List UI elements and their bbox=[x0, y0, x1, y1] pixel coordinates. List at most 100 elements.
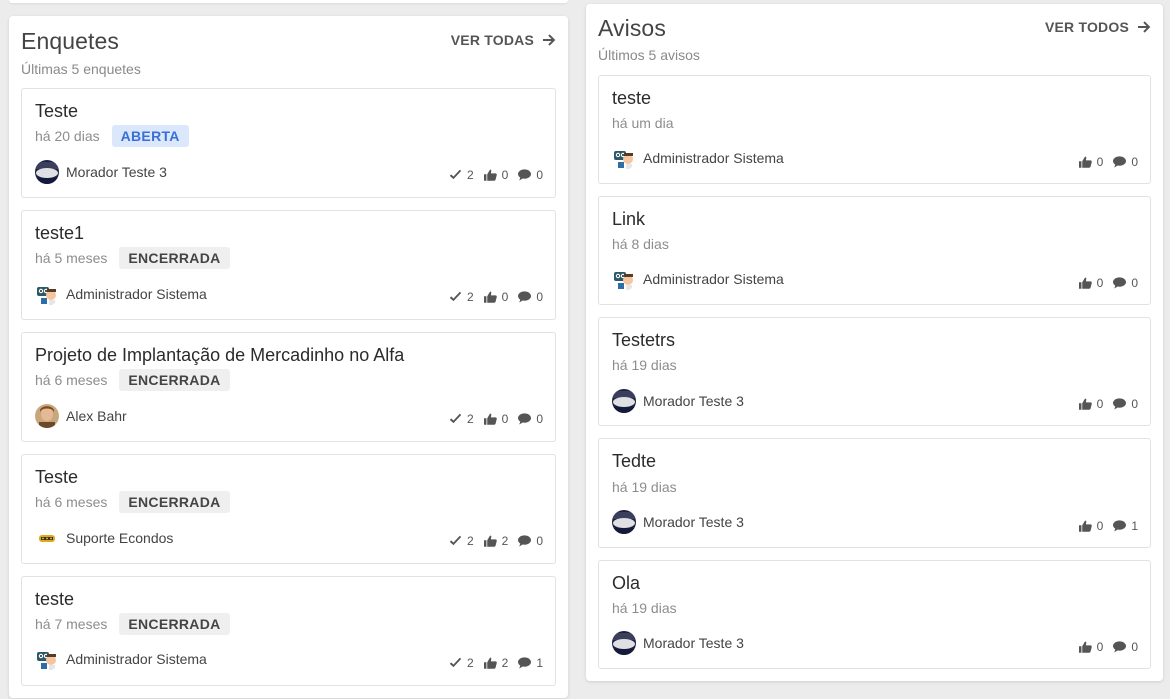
comments-count: 0 bbox=[536, 534, 543, 548]
comment-icon bbox=[1113, 641, 1126, 653]
check-icon bbox=[449, 291, 462, 303]
notice-title: Tedte bbox=[612, 451, 657, 471]
check-icon bbox=[449, 535, 462, 547]
notice-card[interactable]: Testetrs há 19 dias Morador Teste 3 0 0 bbox=[598, 317, 1151, 426]
notice-author: Administrador Sistema bbox=[643, 271, 784, 287]
notice-author: Administrador Sistema bbox=[643, 150, 784, 166]
polls-see-all-link[interactable]: VER TODAS bbox=[451, 32, 556, 48]
poll-author: Administrador Sistema bbox=[66, 286, 207, 302]
likes-count: 0 bbox=[1096, 155, 1104, 169]
comment-icon bbox=[518, 291, 531, 303]
notices-subtitle: Últimos 5 avisos bbox=[598, 47, 700, 63]
likes-count: 0 bbox=[501, 412, 509, 426]
notice-title: Testetrs bbox=[612, 330, 676, 350]
avatar bbox=[35, 647, 59, 671]
notices-title: Avisos bbox=[598, 15, 666, 41]
thumbs-up-icon bbox=[484, 413, 497, 425]
thumbs-up-icon bbox=[484, 535, 497, 547]
poll-card[interactable]: Teste há 6 meses ENCERRADA Suporte Econd… bbox=[21, 454, 556, 564]
polls-see-all-label: VER TODAS bbox=[450, 32, 534, 48]
notice-title: Link bbox=[612, 209, 646, 229]
status-badge: ENCERRADA bbox=[119, 247, 230, 269]
likes-count: 0 bbox=[501, 168, 509, 182]
comment-icon bbox=[518, 169, 531, 181]
avatar bbox=[612, 510, 636, 534]
notices-panel: Avisos Últimos 5 avisos VER TODOS teste … bbox=[586, 4, 1163, 681]
avatar bbox=[612, 267, 636, 291]
notice-author: Morador Teste 3 bbox=[643, 514, 744, 530]
comments-count: 0 bbox=[1131, 640, 1138, 654]
notice-author: Morador Teste 3 bbox=[643, 393, 744, 409]
check-icon bbox=[449, 413, 462, 425]
poll-card[interactable]: teste1 há 5 meses ENCERRADA Administrado… bbox=[21, 210, 556, 320]
thumbs-up-icon bbox=[1079, 641, 1092, 653]
comments-count: 0 bbox=[536, 168, 543, 182]
comments-count: 0 bbox=[536, 290, 543, 304]
thumbs-up-icon bbox=[484, 291, 497, 303]
notices-see-all-link[interactable]: VER TODOS bbox=[1045, 19, 1151, 35]
notice-author: Morador Teste 3 bbox=[643, 635, 744, 651]
status-badge: ENCERRADA bbox=[119, 369, 230, 391]
avatar bbox=[35, 160, 59, 184]
votes-count: 2 bbox=[466, 168, 474, 182]
notice-title: teste bbox=[612, 88, 652, 108]
poll-author: Alex Bahr bbox=[66, 408, 127, 424]
avatar bbox=[35, 404, 59, 428]
poll-title: Teste bbox=[35, 101, 79, 121]
check-icon bbox=[449, 169, 462, 181]
poll-title: teste bbox=[35, 589, 75, 609]
likes-count: 0 bbox=[501, 290, 509, 304]
likes-count: 0 bbox=[1096, 519, 1104, 533]
votes-count: 2 bbox=[466, 412, 474, 426]
notice-time: há um dia bbox=[612, 115, 674, 131]
poll-card[interactable]: Teste há 20 dias ABERTA Morador Teste 3 … bbox=[21, 88, 556, 198]
previous-panel-edge bbox=[9, 0, 568, 3]
poll-time: há 5 meses bbox=[35, 250, 108, 266]
comments-count: 0 bbox=[1131, 155, 1138, 169]
thumbs-up-icon bbox=[1079, 156, 1092, 168]
poll-author: Morador Teste 3 bbox=[66, 164, 167, 180]
poll-author: Suporte Econdos bbox=[66, 530, 174, 546]
poll-card[interactable]: Projeto de Implantação de Mercadinho no … bbox=[21, 332, 556, 442]
thumbs-up-icon bbox=[484, 657, 497, 669]
poll-time: há 6 meses bbox=[35, 494, 108, 510]
thumbs-up-icon bbox=[1079, 520, 1092, 532]
likes-count: 0 bbox=[1096, 397, 1104, 411]
polls-subtitle: Últimas 5 enquetes bbox=[21, 61, 141, 77]
notice-card[interactable]: Link há 8 dias Administrador Sistema 0 0 bbox=[598, 196, 1151, 305]
avatar bbox=[612, 389, 636, 413]
poll-time: há 7 meses bbox=[35, 616, 108, 632]
likes-count: 0 bbox=[1096, 640, 1104, 654]
poll-title: Projeto de Implantação de Mercadinho no … bbox=[35, 345, 405, 365]
avatar bbox=[35, 282, 59, 306]
notice-card[interactable]: Ola há 19 dias Morador Teste 3 0 0 bbox=[598, 560, 1151, 669]
comment-icon bbox=[1113, 156, 1126, 168]
poll-title: teste1 bbox=[35, 223, 85, 243]
status-badge: ABERTA bbox=[111, 125, 189, 147]
notices-see-all-label: VER TODOS bbox=[1044, 19, 1129, 35]
arrow-right-icon bbox=[1137, 20, 1151, 34]
comments-count: 0 bbox=[1131, 397, 1138, 411]
poll-author: Administrador Sistema bbox=[66, 651, 207, 667]
comment-icon bbox=[1113, 520, 1126, 532]
poll-card[interactable]: teste há 7 meses ENCERRADA Administrador… bbox=[21, 576, 556, 686]
poll-title: Teste bbox=[35, 467, 79, 487]
likes-count: 0 bbox=[1096, 276, 1104, 290]
votes-count: 2 bbox=[466, 290, 474, 304]
status-badge: ENCERRADA bbox=[119, 491, 230, 513]
thumbs-up-icon bbox=[1079, 277, 1092, 289]
notice-card[interactable]: Tedte há 19 dias Morador Teste 3 0 1 bbox=[598, 438, 1151, 548]
likes-count: 2 bbox=[501, 656, 509, 670]
status-badge: ENCERRADA bbox=[119, 613, 230, 635]
likes-count: 2 bbox=[501, 534, 509, 548]
comment-icon bbox=[518, 657, 531, 669]
avatar bbox=[35, 526, 59, 550]
check-icon bbox=[449, 657, 462, 669]
notice-time: há 19 dias bbox=[612, 357, 677, 373]
notice-time: há 19 dias bbox=[612, 600, 677, 616]
notice-time: há 19 dias bbox=[612, 479, 677, 495]
notice-card[interactable]: teste há um dia Administrador Sistema 0 … bbox=[598, 75, 1151, 184]
comment-icon bbox=[518, 535, 531, 547]
avatar bbox=[612, 146, 636, 170]
comment-icon bbox=[518, 413, 531, 425]
